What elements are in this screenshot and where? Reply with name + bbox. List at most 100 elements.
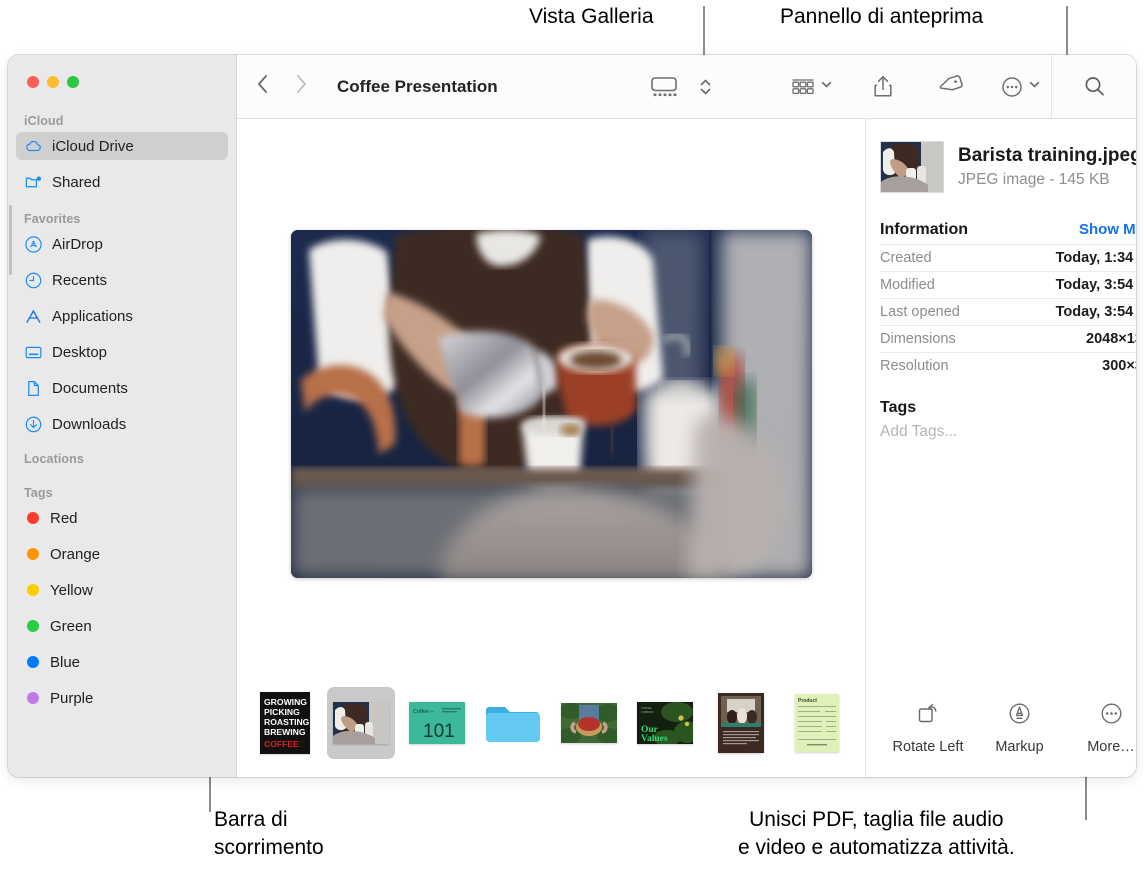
- sidebar-item-label: Orange: [50, 546, 100, 563]
- information-header: Information Show More: [880, 221, 1136, 244]
- thumbnail-barista-training[interactable]: [327, 687, 395, 759]
- search-button[interactable]: [1051, 55, 1136, 118]
- metadata-value: Today, 3:54 PM: [1056, 304, 1136, 320]
- file-title-block: Barista training.jpeg JPEG image - 145 K…: [958, 145, 1136, 189]
- filmstrip[interactable]: GROWING PICKING ROASTING BREWING COFFEE: [237, 675, 865, 777]
- markup-action[interactable]: Markup: [978, 701, 1062, 755]
- sidebar-item-tag-red[interactable]: Red: [16, 504, 228, 532]
- sidebar-section-icloud: iCloud iCloud Drive Shared: [8, 114, 236, 196]
- sidebar-item-shared[interactable]: Shared: [16, 168, 228, 196]
- svg-text:COFFEE: COFFEE: [264, 739, 299, 749]
- rotate-left-action[interactable]: Rotate Left: [886, 701, 970, 755]
- information-title: Information: [880, 221, 968, 239]
- sidebar: iCloud iCloud Drive Shared: [8, 55, 237, 777]
- sidebar-item-label: Applications: [52, 308, 133, 325]
- sidebar-item-icloud-drive[interactable]: iCloud Drive: [16, 132, 228, 160]
- tags-title: Tags: [880, 399, 1136, 417]
- airdrop-icon: [24, 235, 43, 254]
- thumbnail-coffee-berries-photo[interactable]: [555, 687, 623, 759]
- file-header: Barista training.jpeg JPEG image - 145 K…: [880, 119, 1136, 193]
- svg-text:PICKING: PICKING: [264, 707, 300, 717]
- sidebar-item-tag-orange[interactable]: Orange: [16, 540, 228, 568]
- sidebar-item-documents[interactable]: Documents: [16, 374, 228, 402]
- svg-text:COMPANY: COMPANY: [641, 710, 654, 714]
- sidebar-section-title-favorites: Favorites: [8, 212, 236, 230]
- metadata-key: Modified: [880, 277, 935, 293]
- sidebar-item-tag-blue[interactable]: Blue: [16, 648, 228, 676]
- action-label: Markup: [995, 739, 1043, 755]
- sidebar-item-tag-purple[interactable]: Purple: [16, 684, 228, 712]
- clock-icon: [24, 271, 43, 290]
- share-button[interactable]: [861, 74, 905, 99]
- sidebar-section-favorites: Favorites AirDrop: [8, 212, 236, 438]
- quick-actions: Rotate Left Markup: [880, 701, 1136, 777]
- sidebar-scrollbar[interactable]: [9, 205, 12, 275]
- show-more-link[interactable]: Show More: [1079, 221, 1136, 238]
- callout-scrollbar: Barra di scorrimento: [214, 806, 324, 861]
- sidebar-item-label: Documents: [52, 380, 128, 397]
- slide-line-2: Values: [641, 734, 668, 744]
- thumbnail-green-invoice[interactable]: Product: [783, 687, 851, 759]
- more-circle-icon: [1099, 701, 1124, 731]
- sidebar-item-recents[interactable]: Recents: [16, 266, 228, 294]
- sidebar-section-title-icloud: iCloud: [8, 114, 236, 132]
- sidebar-item-applications[interactable]: Applications: [16, 302, 228, 330]
- sidebar-item-label: Red: [50, 510, 78, 527]
- thumb-image: [561, 703, 617, 743]
- shared-folder-icon: [24, 173, 43, 192]
- thumbnail-folder[interactable]: [479, 687, 547, 759]
- sidebar-item-label: Desktop: [52, 344, 107, 361]
- svg-text:Product: Product: [798, 698, 817, 704]
- svg-text:GROWING: GROWING: [264, 697, 307, 707]
- preview-panel: Barista training.jpeg JPEG image - 145 K…: [865, 119, 1136, 777]
- inspector-spacer: [880, 441, 1136, 701]
- thumb-image: GROWING PICKING ROASTING BREWING COFFEE: [260, 692, 310, 754]
- thumbnail-meeting-document[interactable]: [707, 687, 775, 759]
- sidebar-item-tag-yellow[interactable]: Yellow: [16, 576, 228, 604]
- metadata-key: Created: [880, 250, 932, 266]
- desktop-icon: [24, 343, 43, 362]
- thumbnail-our-values-slide[interactable]: COFFEECOMPANY Our Values: [631, 687, 699, 759]
- preview-hero: [237, 119, 865, 675]
- svg-text:ROASTING: ROASTING: [264, 717, 310, 727]
- window-traffic-lights: [8, 55, 236, 88]
- group-button[interactable]: [780, 76, 843, 98]
- minimize-button[interactable]: [47, 76, 59, 88]
- sidebar-section-tags: Tags Red Orange Yellow Green Blue: [8, 486, 236, 712]
- sidebar-item-label: Purple: [50, 690, 93, 707]
- file-thumbnail: [880, 141, 944, 193]
- action-label: More…: [1087, 739, 1135, 755]
- forward-button[interactable]: [294, 73, 309, 100]
- slide-number: 101: [423, 721, 455, 742]
- action-label: Rotate Left: [893, 739, 964, 755]
- back-button[interactable]: [255, 73, 270, 100]
- sidebar-item-label: Green: [50, 618, 92, 635]
- add-tags-field[interactable]: Add Tags...: [880, 423, 1136, 441]
- thumb-image: [333, 702, 389, 744]
- sidebar-item-desktop[interactable]: Desktop: [16, 338, 228, 366]
- close-button[interactable]: [27, 76, 39, 88]
- tag-dot-icon: [27, 509, 39, 528]
- more-action[interactable]: More…: [1069, 701, 1136, 755]
- sidebar-item-downloads[interactable]: Downloads: [16, 410, 228, 438]
- more-button[interactable]: [990, 75, 1051, 99]
- thumbnail-coffee-poster[interactable]: GROWING PICKING ROASTING BREWING COFFEE: [251, 687, 319, 759]
- sidebar-item-label: Blue: [50, 654, 80, 671]
- tags-button[interactable]: [927, 74, 974, 99]
- metadata-key: Dimensions: [880, 331, 956, 347]
- sidebar-item-tag-green[interactable]: Green: [16, 612, 228, 640]
- preview-image[interactable]: [291, 230, 812, 578]
- sidebar-item-label: Downloads: [52, 416, 126, 433]
- thumb-image: [718, 693, 764, 753]
- thumbnail-coffee-101-slide[interactable]: Coffee – 101: [403, 687, 471, 759]
- tag-dot-icon: [27, 581, 39, 600]
- sidebar-item-airdrop[interactable]: AirDrop: [16, 230, 228, 258]
- metadata-key: Resolution: [880, 358, 949, 374]
- zoom-button[interactable]: [67, 76, 79, 88]
- slide-title: Coffee –: [413, 709, 435, 715]
- callout-gallery-view: Vista Galleria: [529, 3, 654, 31]
- gallery-view-button[interactable]: [639, 74, 689, 100]
- download-icon: [24, 415, 43, 434]
- view-options-stepper[interactable]: [689, 75, 722, 99]
- metadata-value: Today, 1:34 PM: [1056, 250, 1136, 266]
